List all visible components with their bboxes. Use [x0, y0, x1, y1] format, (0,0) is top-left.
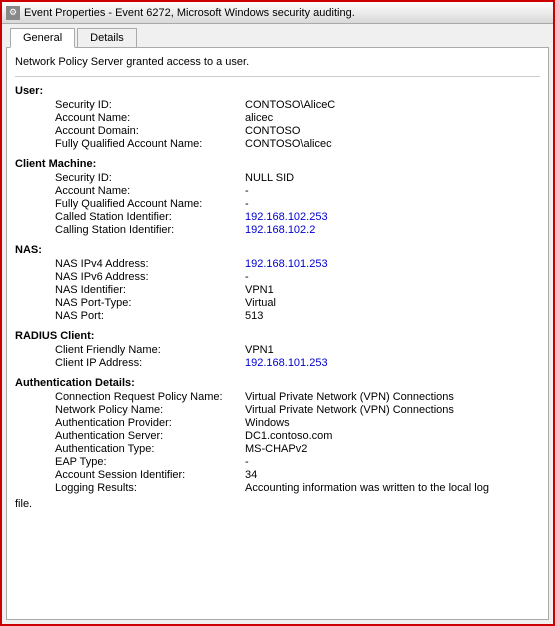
prop-label: Authentication Server: [55, 430, 245, 442]
tabs-container: General Details [2, 24, 553, 47]
prop-label: NAS IPv6 Address: [55, 271, 245, 283]
table-row: Security ID: NULL SID [55, 172, 540, 184]
table-row: Called Station Identifier: 192.168.102.2… [55, 211, 540, 223]
prop-label: Security ID: [55, 99, 245, 111]
table-row: Authentication Server: DC1.contoso.com [55, 430, 540, 442]
prop-label: Account Name: [55, 112, 245, 124]
table-row: Calling Station Identifier: 192.168.102.… [55, 224, 540, 236]
section-header-client-machine: Client Machine: [15, 158, 540, 170]
prop-value: 513 [245, 310, 540, 322]
prop-value: NULL SID [245, 172, 540, 184]
table-row: Connection Request Policy Name: Virtual … [55, 391, 540, 403]
prop-label: NAS IPv4 Address: [55, 258, 245, 270]
table-row: NAS Port-Type: Virtual [55, 297, 540, 309]
prop-value: Virtual Private Network (VPN) Connection… [245, 391, 540, 403]
prop-value: CONTOSO\alicec [245, 138, 540, 150]
table-row: Account Name: - [55, 185, 540, 197]
table-row: EAP Type: - [55, 456, 540, 468]
event-properties-window: ⚙ Event Properties - Event 6272, Microso… [0, 0, 555, 626]
prop-value: 192.168.101.253 [245, 357, 540, 369]
table-row: NAS Identifier: VPN1 [55, 284, 540, 296]
table-row: NAS IPv6 Address: - [55, 271, 540, 283]
section-header-user: User: [15, 85, 540, 97]
table-row: Authentication Provider: Windows [55, 417, 540, 429]
table-row: Authentication Type: MS-CHAPv2 [55, 443, 540, 455]
prop-value: Virtual [245, 297, 540, 309]
prop-value: 192.168.101.253 [245, 258, 540, 270]
footer-text: file. [15, 498, 540, 510]
prop-value: - [245, 185, 540, 197]
prop-value: DC1.contoso.com [245, 430, 540, 442]
prop-label: Logging Results: [55, 482, 245, 494]
intro-text: Network Policy Server granted access to … [15, 56, 540, 68]
tab-content-general: Network Policy Server granted access to … [6, 47, 549, 620]
prop-value: Virtual Private Network (VPN) Connection… [245, 404, 540, 416]
table-row: Logging Results: Accounting information … [55, 482, 540, 494]
prop-label: Network Policy Name: [55, 404, 245, 416]
section-header-radius: RADIUS Client: [15, 330, 540, 342]
prop-value: 192.168.102.253 [245, 211, 540, 223]
prop-label: Connection Request Policy Name: [55, 391, 245, 403]
prop-label: Account Name: [55, 185, 245, 197]
section-header-auth: Authentication Details: [15, 377, 540, 389]
prop-label: Fully Qualified Account Name: [55, 138, 245, 150]
prop-value: Windows [245, 417, 540, 429]
prop-value: CONTOSO\AliceC [245, 99, 540, 111]
prop-label: Client Friendly Name: [55, 344, 245, 356]
prop-label: Account Domain: [55, 125, 245, 137]
prop-label: NAS Port-Type: [55, 297, 245, 309]
prop-value: 34 [245, 469, 540, 481]
table-row: Client IP Address: 192.168.101.253 [55, 357, 540, 369]
prop-label: Security ID: [55, 172, 245, 184]
prop-label: Calling Station Identifier: [55, 224, 245, 236]
table-row: NAS Port: 513 [55, 310, 540, 322]
table-row: Fully Qualified Account Name: - [55, 198, 540, 210]
divider-top [15, 76, 540, 77]
window-icon: ⚙ [6, 6, 20, 20]
prop-value: Accounting information was written to th… [245, 482, 540, 494]
section-header-nas: NAS: [15, 244, 540, 256]
prop-value: MS-CHAPv2 [245, 443, 540, 455]
table-row: Network Policy Name: Virtual Private Net… [55, 404, 540, 416]
prop-label: EAP Type: [55, 456, 245, 468]
window-title: Event Properties - Event 6272, Microsoft… [24, 7, 549, 19]
prop-value: 192.168.102.2 [245, 224, 540, 236]
prop-label: NAS Port: [55, 310, 245, 322]
table-row: Client Friendly Name: VPN1 [55, 344, 540, 356]
prop-value: VPN1 [245, 344, 540, 356]
prop-label: Client IP Address: [55, 357, 245, 369]
table-row: Account Session Identifier: 34 [55, 469, 540, 481]
table-row: Account Name: alicec [55, 112, 540, 124]
prop-label: Authentication Type: [55, 443, 245, 455]
title-bar: ⚙ Event Properties - Event 6272, Microso… [2, 2, 553, 24]
prop-value: - [245, 198, 540, 210]
prop-value: VPN1 [245, 284, 540, 296]
prop-label: Authentication Provider: [55, 417, 245, 429]
tab-general[interactable]: General [10, 28, 75, 48]
prop-value: alicec [245, 112, 540, 124]
prop-label: NAS Identifier: [55, 284, 245, 296]
prop-label: Called Station Identifier: [55, 211, 245, 223]
table-row: Fully Qualified Account Name: CONTOSO\al… [55, 138, 540, 150]
prop-value: - [245, 456, 540, 468]
prop-label: Fully Qualified Account Name: [55, 198, 245, 210]
prop-label: Account Session Identifier: [55, 469, 245, 481]
table-row: Account Domain: CONTOSO [55, 125, 540, 137]
prop-value: - [245, 271, 540, 283]
tab-details[interactable]: Details [77, 28, 137, 47]
table-row: Security ID: CONTOSO\AliceC [55, 99, 540, 111]
table-row: NAS IPv4 Address: 192.168.101.253 [55, 258, 540, 270]
prop-value: CONTOSO [245, 125, 540, 137]
